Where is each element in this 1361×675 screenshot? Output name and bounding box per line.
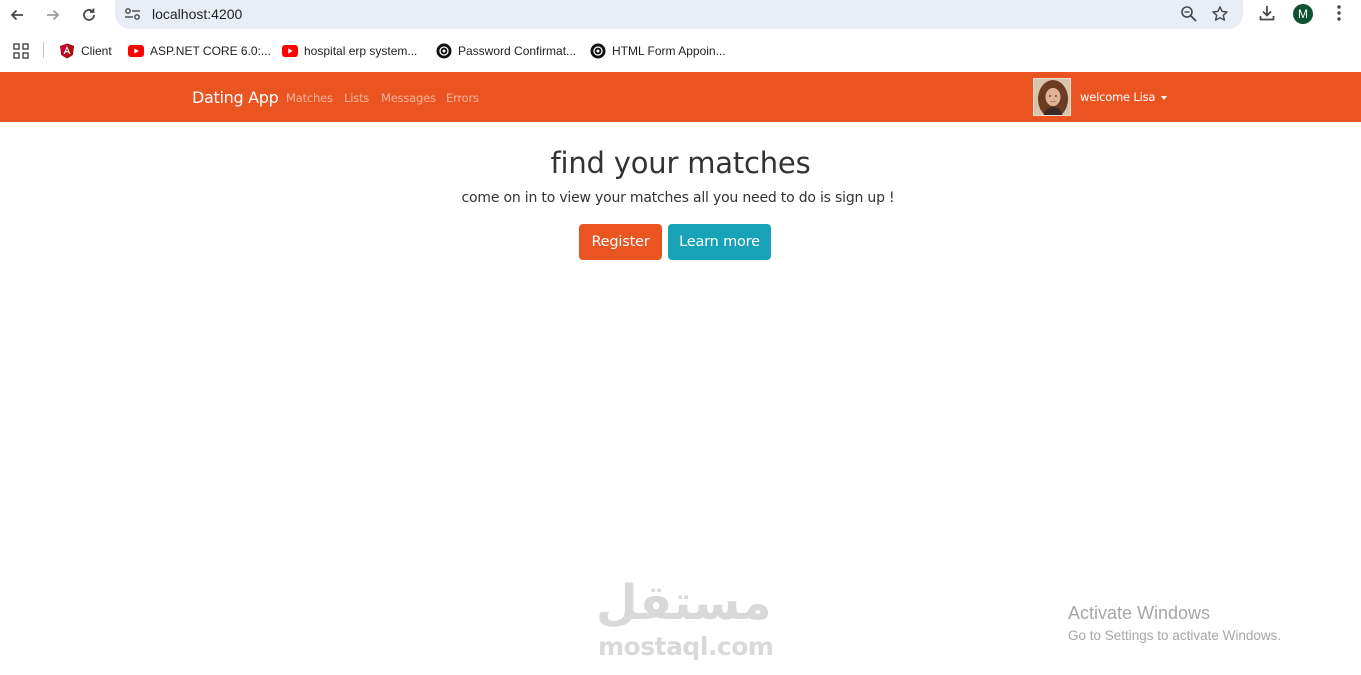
youtube-icon <box>128 43 144 59</box>
angular-icon <box>59 43 75 59</box>
mostaql-watermark-latin: mostaql.com <box>598 632 774 661</box>
site-settings-icon[interactable] <box>124 6 142 22</box>
apps-grid-icon[interactable] <box>13 43 29 64</box>
download-icon[interactable] <box>1258 4 1276 27</box>
hero-title: find your matches <box>550 146 811 180</box>
reload-button[interactable] <box>77 4 101 26</box>
back-button[interactable] <box>5 4 29 26</box>
activate-windows-subtitle: Go to Settings to activate Windows. <box>1068 628 1282 643</box>
brand-link[interactable]: Dating App <box>192 88 279 107</box>
bookmark-label: Client <box>81 44 112 58</box>
nav-link-lists[interactable]: Lists <box>344 91 369 105</box>
address-bar[interactable]: localhost:4200 <box>115 0 1243 29</box>
learn-more-button[interactable]: Learn more <box>668 224 771 260</box>
arrow-right-icon <box>47 9 60 21</box>
hero-subtitle: come on in to view your matches all you … <box>461 190 895 206</box>
reload-icon <box>83 8 95 21</box>
bookmark-aspnet[interactable]: ASP.NET CORE 6.0:... <box>128 42 271 60</box>
bookmark-label: Password Confirmat... <box>458 44 577 58</box>
zoom-icon[interactable] <box>1180 5 1198 28</box>
arrow-left-icon <box>10 9 23 21</box>
bookmark-client[interactable]: Client <box>59 42 112 60</box>
youtube-icon <box>282 43 298 59</box>
user-dropdown-toggle[interactable]: welcome Lisa <box>1080 90 1168 104</box>
app-navbar: Dating App Matches Lists Messages Errors… <box>0 72 1361 122</box>
mostaql-watermark-arabic: مستقل <box>596 575 773 631</box>
bookmark-star-icon[interactable] <box>1211 5 1229 28</box>
activate-windows-title: Activate Windows <box>1068 603 1211 623</box>
bookmark-divider <box>43 42 44 58</box>
bookmark-label: hospital erp system... <box>304 44 418 58</box>
chatgpt-icon <box>590 43 606 59</box>
user-avatar[interactable] <box>1033 78 1071 116</box>
nav-link-errors[interactable]: Errors <box>446 91 479 105</box>
bookmarks-bar: Client ASP.NET CORE 6.0:... hospital erp… <box>0 36 1361 64</box>
profile-avatar[interactable]: M <box>1293 4 1313 24</box>
bookmark-hospital[interactable]: hospital erp system... <box>282 42 417 60</box>
register-button[interactable]: Register <box>579 224 662 260</box>
forward-button[interactable] <box>41 4 65 26</box>
nav-link-messages[interactable]: Messages <box>381 91 436 105</box>
bookmark-label: ASP.NET CORE 6.0:... <box>150 44 271 58</box>
menu-dots-icon[interactable] <box>1331 4 1347 27</box>
caret-down-icon <box>1161 95 1168 100</box>
bookmark-html-form[interactable]: HTML Form Appoin... <box>590 42 726 60</box>
chatgpt-icon <box>436 43 452 59</box>
url-text[interactable]: localhost:4200 <box>152 6 242 22</box>
bookmark-password[interactable]: Password Confirmat... <box>436 42 576 60</box>
browser-toolbar: localhost:4200 M <box>0 0 1361 30</box>
bookmark-label: HTML Form Appoin... <box>612 44 726 58</box>
welcome-text: welcome Lisa <box>1080 90 1156 104</box>
nav-link-matches[interactable]: Matches <box>286 91 333 105</box>
